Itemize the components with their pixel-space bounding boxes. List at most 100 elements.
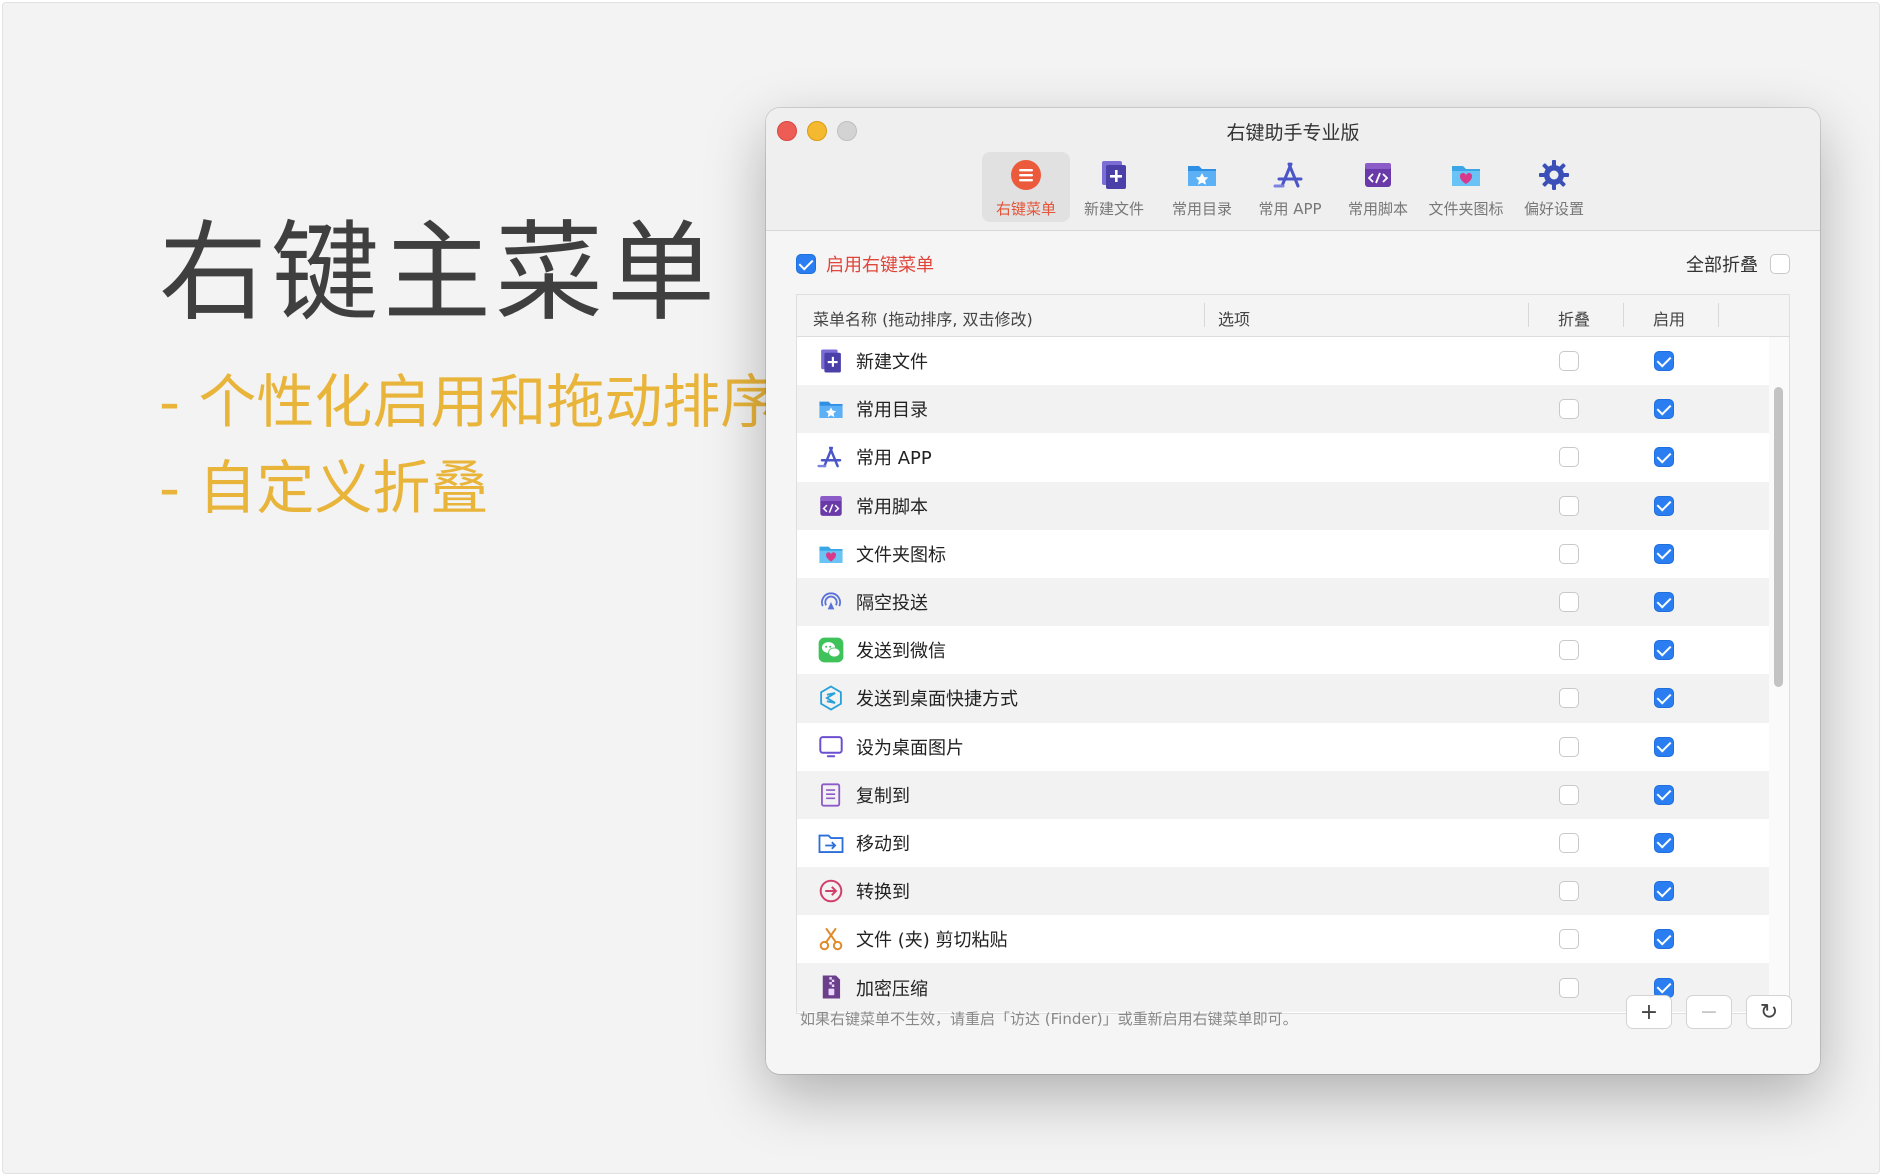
header-menu-name[interactable]: 菜单名称 (拖动排序, 双击修改) — [813, 306, 1033, 330]
menu-item-name[interactable]: 常用 APP — [856, 444, 932, 470]
fold-checkbox[interactable] — [1559, 592, 1579, 613]
enable-checkbox[interactable] — [1654, 784, 1674, 805]
toolbar-tab-label: 常用脚本 — [1347, 200, 1408, 218]
remove-button[interactable]: − — [1686, 995, 1732, 1029]
menu-item-name[interactable]: 发送到桌面快捷方式 — [856, 685, 1018, 711]
toolbar-tab-5[interactable]: 文件夹图标 — [1422, 152, 1510, 222]
fold-checkbox[interactable] — [1559, 543, 1579, 564]
scrollbar-thumb[interactable] — [1774, 387, 1783, 687]
table-row[interactable]: 常用 APP — [797, 433, 1769, 481]
toolbar-tab-6[interactable]: 偏好设置 — [1510, 152, 1598, 222]
refresh-button[interactable]: ↻ — [1746, 995, 1792, 1029]
toolbar-tab-label: 新建文件 — [1083, 200, 1144, 218]
enable-context-menu-label: 启用右键菜单 — [826, 255, 934, 276]
collapse-all-checkbox[interactable] — [1770, 254, 1790, 274]
enable-checkbox[interactable] — [1654, 832, 1674, 853]
wechat-icon — [817, 636, 845, 664]
enable-context-menu-checkbox[interactable] — [796, 254, 816, 274]
table-row[interactable]: 移动到 — [797, 819, 1769, 867]
menu-item-name[interactable]: 新建文件 — [856, 348, 928, 374]
favorite-folder-icon — [1185, 158, 1219, 196]
table-row[interactable]: 发送到桌面快捷方式 — [797, 674, 1769, 723]
menu-item-name[interactable]: 移动到 — [856, 830, 910, 856]
table-row[interactable]: 文件 (夹) 剪切粘贴 — [797, 915, 1769, 963]
enable-checkbox[interactable] — [1654, 447, 1674, 468]
header-fold[interactable]: 折叠 — [1558, 306, 1590, 330]
table-row[interactable]: 设为桌面图片 — [797, 723, 1769, 771]
menu-item-name[interactable]: 转换到 — [856, 878, 910, 904]
enable-checkbox[interactable] — [1654, 881, 1674, 902]
enable-checkbox[interactable] — [1654, 688, 1674, 709]
titlebar: 右键助手专业版 右键菜单 新建文件 常用目录 常用 APP 常用脚本 文件夹图标 偏好设置 — [766, 108, 1820, 231]
toolbar: 右键菜单 新建文件 常用目录 常用 APP 常用脚本 文件夹图标 偏好设置 — [982, 152, 1598, 222]
folder-heart-icon — [1449, 158, 1483, 196]
menu-item-name[interactable]: 复制到 — [856, 782, 910, 808]
menu-item-name[interactable]: 文件 (夹) 剪切粘贴 — [856, 926, 1008, 952]
header-options[interactable]: 选项 — [1218, 306, 1250, 330]
table-row[interactable]: 隔空投送 — [797, 577, 1769, 627]
toolbar-tab-label: 常用目录 — [1171, 200, 1232, 218]
column-divider — [1718, 303, 1719, 327]
script-icon — [1361, 158, 1395, 196]
scrollbar-track[interactable] — [1769, 337, 1789, 1013]
table-row[interactable]: 文件夹图标 — [797, 530, 1769, 578]
column-divider — [1204, 303, 1205, 327]
fold-checkbox[interactable] — [1559, 929, 1579, 950]
enable-checkbox[interactable] — [1654, 640, 1674, 661]
menu-item-name[interactable]: 隔空投送 — [856, 589, 928, 615]
table-row[interactable]: 转换到 — [797, 867, 1769, 916]
fold-checkbox[interactable] — [1559, 736, 1579, 757]
menu-item-name[interactable]: 发送到微信 — [856, 637, 946, 663]
copy-icon — [817, 781, 845, 809]
add-button[interactable]: + — [1626, 995, 1672, 1029]
fold-checkbox[interactable] — [1559, 399, 1579, 420]
menu-item-name[interactable]: 文件夹图标 — [856, 541, 946, 567]
toolbar-tab-1[interactable]: 新建文件 — [1070, 152, 1158, 222]
table-body: 新建文件常用目录常用 APP 常用脚本文件夹图标隔空投送发送到微信发送到桌面快捷方… — [797, 337, 1769, 1012]
fold-checkbox[interactable] — [1559, 351, 1579, 372]
enable-checkbox[interactable] — [1654, 495, 1674, 516]
menu-item-name[interactable]: 加密压缩 — [856, 975, 928, 1001]
folder-heart-icon — [817, 540, 845, 568]
fold-checkbox[interactable] — [1559, 977, 1579, 998]
menu-item-name[interactable]: 常用脚本 — [856, 493, 928, 519]
window-title: 右键助手专业版 — [1226, 122, 1360, 144]
toolbar-tab-0[interactable]: 右键菜单 — [982, 152, 1070, 222]
toolbar-tab-4[interactable]: 常用脚本 — [1334, 152, 1422, 222]
enable-checkbox[interactable] — [1654, 592, 1674, 613]
table-row[interactable]: 常用脚本 — [797, 481, 1769, 530]
app-window: 右键助手专业版 右键菜单 新建文件 常用目录 常用 APP 常用脚本 文件夹图标 偏好设置 … — [766, 108, 1820, 1074]
fold-checkbox[interactable] — [1559, 688, 1579, 709]
menu-item-name[interactable]: 常用目录 — [856, 396, 928, 422]
context-menu-icon — [1009, 158, 1043, 196]
enable-checkbox[interactable] — [1654, 543, 1674, 564]
enable-checkbox[interactable] — [1654, 351, 1674, 372]
fold-checkbox[interactable] — [1559, 881, 1579, 902]
fold-checkbox[interactable] — [1559, 640, 1579, 661]
toolbar-tab-2[interactable]: 常用目录 — [1158, 152, 1246, 222]
toolbar-tab-label: 右键菜单 — [995, 200, 1056, 218]
fold-checkbox[interactable] — [1559, 495, 1579, 516]
toolbar-tab-label: 常用 APP — [1258, 200, 1322, 218]
fold-checkbox[interactable] — [1559, 784, 1579, 805]
table-row[interactable]: 发送到微信 — [797, 626, 1769, 674]
shortcut-icon — [817, 684, 845, 712]
header-enable[interactable]: 启用 — [1653, 306, 1685, 330]
script-icon — [817, 492, 845, 520]
table-row[interactable]: 常用目录 — [797, 385, 1769, 434]
enable-checkbox[interactable] — [1654, 736, 1674, 757]
toolbar-tab-3[interactable]: 常用 APP — [1246, 152, 1334, 222]
airdrop-icon — [817, 588, 845, 616]
enable-context-menu[interactable]: 启用右键菜单 — [796, 251, 934, 277]
collapse-all[interactable]: 全部折叠 — [1686, 251, 1790, 277]
fold-checkbox[interactable] — [1559, 447, 1579, 468]
table-row[interactable]: 加密压缩 — [797, 963, 1769, 1012]
collapse-all-label: 全部折叠 — [1686, 255, 1758, 276]
table-row[interactable]: 新建文件 — [797, 337, 1769, 385]
new-file-icon — [1097, 158, 1131, 196]
enable-checkbox[interactable] — [1654, 929, 1674, 950]
table-row[interactable]: 复制到 — [797, 770, 1769, 819]
enable-checkbox[interactable] — [1654, 399, 1674, 420]
fold-checkbox[interactable] — [1559, 832, 1579, 853]
menu-item-name[interactable]: 设为桌面图片 — [856, 734, 964, 760]
